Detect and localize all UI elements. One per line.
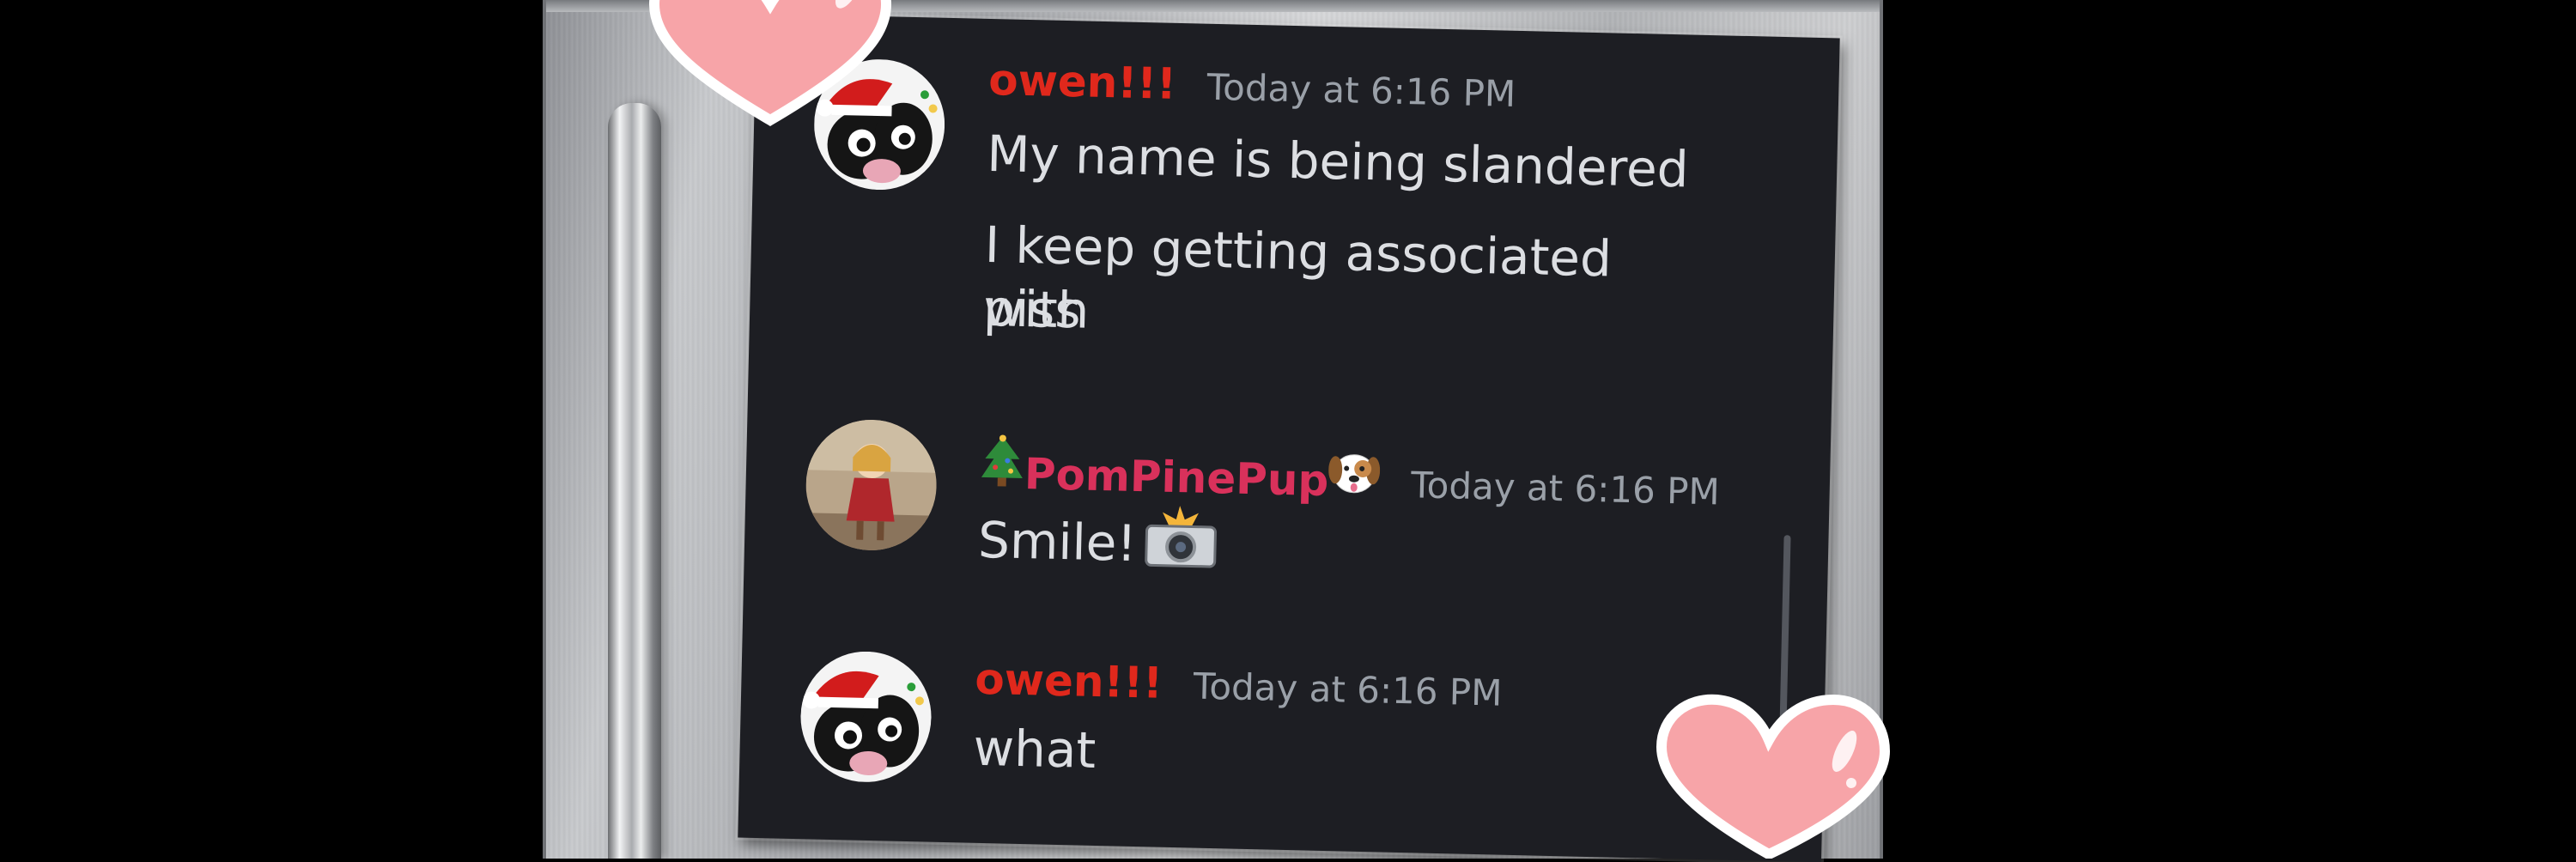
christmas-tree-icon [980, 434, 1025, 492]
timestamp: Today at 6:16 PM [1206, 65, 1516, 115]
message-text: what [972, 718, 1097, 780]
message-text: piss [982, 278, 1082, 340]
heart-sticker-icon [1649, 687, 1898, 862]
username[interactable]: owen!!! [988, 55, 1177, 109]
pompinepup-avatar[interactable] [804, 418, 939, 552]
timestamp: Today at 6:16 PM [1410, 464, 1721, 513]
username[interactable]: owen!!! [975, 654, 1163, 708]
message-text: I keep getting associated with [982, 215, 1613, 340]
camera-flash-icon [1141, 503, 1220, 585]
message-header: owen!!! Today at 6:16 PM [988, 55, 1516, 117]
message-text-row: Smile! [977, 500, 1220, 585]
fridge-handle [608, 103, 661, 859]
timestamp: Today at 6:16 PM [1193, 665, 1503, 714]
message-text: Smile! [977, 510, 1138, 573]
dog-face-icon [1328, 447, 1381, 500]
message-header: owen!!! Today at 6:16 PM [975, 654, 1503, 716]
heart-sticker-icon [646, 0, 895, 132]
username[interactable]: PomPinePup [1024, 449, 1329, 506]
owen-avatar[interactable] [799, 650, 933, 784]
message-text: My name is being slandered [986, 124, 1690, 199]
